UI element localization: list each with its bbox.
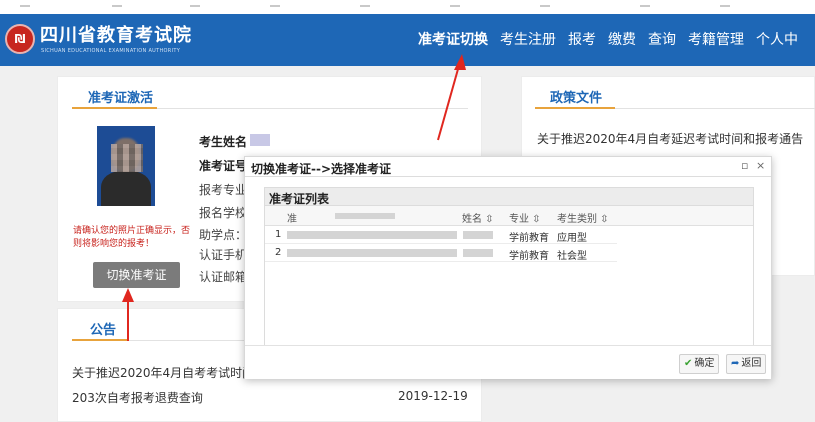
grid-title: 准考证列表 xyxy=(269,192,330,206)
row-category: 社会型 xyxy=(557,251,587,262)
maximize-icon[interactable]: ▫ xyxy=(741,159,748,172)
top-artifact-strip xyxy=(0,0,815,14)
nav-payment[interactable]: 缴费 xyxy=(608,30,636,50)
row-category: 应用型 xyxy=(557,233,587,244)
row-major: 学前教育 xyxy=(509,233,549,244)
close-icon[interactable]: × xyxy=(756,159,765,172)
logo-title: 四川省教育考试院 xyxy=(40,25,192,46)
row-major: 学前教育 xyxy=(509,251,549,262)
name-blurred xyxy=(463,231,493,239)
card-title-underline xyxy=(72,107,157,109)
name-blurred xyxy=(463,249,493,257)
check-icon: ✔ xyxy=(684,358,693,369)
name-value-blurred xyxy=(250,134,270,146)
dialog-footer: ✔ 确定 ➦ 返回 xyxy=(245,345,771,379)
grid-title-bar: 准考证列表 xyxy=(265,188,753,206)
table-row[interactable]: 1 学前教育 应用型 xyxy=(265,226,617,244)
policy-title-underline xyxy=(535,107,615,109)
nav-query[interactable]: 查询 xyxy=(648,30,676,50)
column-major[interactable]: 专业 ⇳ xyxy=(509,210,541,225)
ticket-blurred xyxy=(287,231,457,239)
notice-date: 2019-12-19 xyxy=(398,389,468,403)
logo-emblem-icon: ₪ xyxy=(5,24,35,54)
switch-ticket-dialog: 切换准考证-->选择准考证 ▫ × 准考证列表 准 姓名 ⇳ 专业 ⇳ 考生类别… xyxy=(244,156,772,379)
row-index: 1 xyxy=(275,229,282,240)
photo-warning-text: 请确认您的照片正确显示，否则将影响您的报考！ xyxy=(73,226,191,249)
table-row[interactable]: 2 学前教育 社会型 xyxy=(265,244,617,262)
dialog-title: 切换准考证-->选择准考证 xyxy=(251,162,392,176)
row-index: 2 xyxy=(275,247,282,258)
logo-subtitle: SICHUAN EDUCATIONAL EXAMINATION AUTHORIT… xyxy=(41,48,181,54)
policy-item: 关于推迟2020年4月自考延迟考试时间和报考通告 下载 xyxy=(537,130,815,147)
confirm-label: 确定 xyxy=(694,358,715,369)
field-name-label: 考生姓名 xyxy=(199,135,248,149)
dialog-header: 切换准考证-->选择准考证 ▫ × xyxy=(245,157,771,177)
policy-title: 政策文件 xyxy=(550,91,603,106)
back-label: 返回 xyxy=(741,358,762,369)
site-header: ₪ 四川省教育考试院 SICHUAN EDUCATIONAL EXAMINATI… xyxy=(0,14,815,66)
back-button[interactable]: ➦ 返回 xyxy=(726,354,767,374)
confirm-button[interactable]: ✔ 确定 xyxy=(679,354,720,374)
return-arrow-icon: ➦ xyxy=(731,358,740,369)
annotation-arrow-button xyxy=(122,288,134,341)
notice-item[interactable]: 203次自考报考退费查询 xyxy=(72,389,203,406)
candidate-photo xyxy=(97,126,155,206)
main-nav: 准考证切换 考生注册 报考 缴费 查询 考籍管理 个人中 xyxy=(418,30,810,50)
nav-register[interactable]: 考生注册 xyxy=(500,30,556,50)
grid-header-row: 准 姓名 ⇳ 专业 ⇳ 考生类别 ⇳ xyxy=(265,206,753,226)
column-name[interactable]: 姓名 ⇳ xyxy=(462,210,494,225)
policy-item-text[interactable]: 关于推迟2020年4月自考延迟考试时间和报考通告 xyxy=(537,132,803,146)
column-ticket-no[interactable]: 准 xyxy=(287,210,297,225)
column-category[interactable]: 考生类别 ⇳ xyxy=(557,210,609,225)
switch-ticket-button[interactable]: 切换准考证 xyxy=(93,262,180,288)
nav-personal[interactable]: 个人中 xyxy=(756,30,798,50)
notice-title: 公告 xyxy=(90,323,117,338)
ticket-blurred xyxy=(287,249,457,257)
nav-switch-ticket[interactable]: 准考证切换 xyxy=(418,30,488,50)
ticket-activation-title: 准考证激活 xyxy=(88,91,154,106)
nav-apply[interactable]: 报考 xyxy=(568,30,596,50)
ticket-grid: 准考证列表 准 姓名 ⇳ 专业 ⇳ 考生类别 ⇳ 1 学前教育 应用型 2 学前… xyxy=(264,187,754,367)
annotation-arrow-nav xyxy=(437,54,466,141)
column-blurred xyxy=(335,213,395,219)
nav-records[interactable]: 考籍管理 xyxy=(688,30,744,50)
